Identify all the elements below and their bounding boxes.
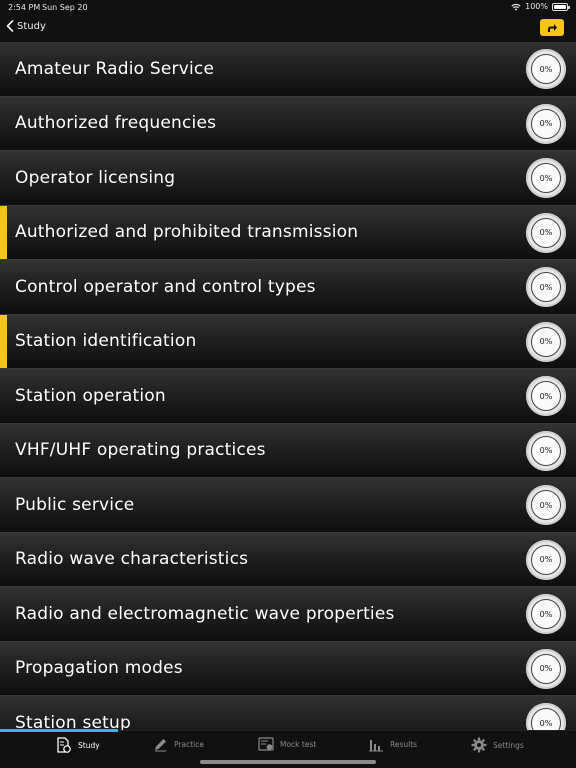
topic-label: Authorized and prohibited transmission	[15, 222, 359, 243]
tab-practice-label: Practice	[174, 740, 204, 749]
progress-circle: 0%	[526, 648, 566, 689]
progress-circle: 0%	[526, 49, 566, 89]
topic-row[interactable]: Radio and electromagnetic wave propertie…	[0, 587, 576, 642]
status-right: 100%	[511, 2, 570, 11]
progress-value: 0%	[531, 217, 561, 248]
share-button[interactable]	[540, 19, 564, 36]
topic-label: Public service	[15, 494, 135, 515]
tab-results-label: Results	[390, 740, 418, 749]
topic-row[interactable]: Public service 0%	[0, 478, 576, 533]
topic-row[interactable]: Station setup 0%	[0, 696, 576, 730]
progress-value: 0%	[531, 544, 561, 575]
chevron-left-icon	[6, 20, 14, 32]
battery-icon	[552, 2, 570, 11]
topic-label: Radio and electromagnetic wave propertie…	[15, 603, 395, 624]
back-label: Study	[17, 20, 46, 32]
progress-circle: 0%	[526, 321, 566, 362]
back-button[interactable]: Study	[6, 20, 46, 32]
battery-percent: 100%	[525, 2, 548, 11]
home-indicator	[200, 760, 376, 764]
topic-row[interactable]: Authorized frequencies 0%	[0, 96, 576, 151]
topic-row[interactable]: Radio wave characteristics 0%	[0, 532, 576, 587]
progress-circle: 0%	[526, 594, 566, 634]
topic-label: Radio wave characteristics	[15, 549, 249, 570]
bookmark-marker	[0, 205, 7, 259]
progress-circle: 0%	[526, 212, 566, 253]
progress-circle: 0%	[526, 103, 566, 144]
progress-value: 0%	[531, 163, 561, 193]
progress-value: 0%	[531, 599, 561, 629]
tab-study-label: Study	[78, 741, 100, 750]
topic-label: Authorized frequencies	[15, 113, 217, 134]
tab-settings-label: Settings	[493, 740, 524, 750]
progress-circle: 0%	[526, 703, 566, 730]
topic-row[interactable]: Control operator and control types 0%	[0, 260, 576, 315]
progress-value: 0%	[531, 326, 561, 357]
topic-row[interactable]: Propagation modes 0%	[0, 641, 576, 696]
pencil-icon	[155, 739, 166, 752]
tab-settings[interactable]: Settings	[471, 737, 524, 753]
status-date: Sun Sep 20	[42, 3, 88, 12]
nav-bar: Study	[0, 14, 576, 42]
topic-list[interactable]: Amateur Radio Service 0% Authorized freque…	[0, 42, 576, 730]
topic-label: Propagation modes	[15, 658, 183, 679]
topic-label: Station operation	[15, 385, 166, 406]
topic-label: VHF/UHF operating practices	[15, 440, 266, 461]
progress-value: 0%	[531, 272, 561, 302]
bar-chart-icon	[369, 740, 383, 752]
progress-value: 0%	[531, 435, 561, 466]
topic-label: Control operator and control types	[15, 276, 316, 297]
tab-practice[interactable]: Practice	[153, 737, 204, 752]
topic-row[interactable]: VHF/UHF operating practices 0%	[0, 423, 576, 478]
bookmark-marker	[0, 314, 7, 368]
gear-icon	[471, 737, 487, 753]
progress-value: 0%	[531, 108, 561, 139]
progress-circle: 0%	[526, 158, 566, 198]
topic-row[interactable]: Amateur Radio Service 0%	[0, 42, 576, 97]
topic-row[interactable]: Station operation 0%	[0, 369, 576, 424]
share-arrow-icon	[548, 23, 557, 32]
progress-value: 0%	[531, 490, 561, 520]
progress-value: 0%	[531, 54, 561, 84]
topic-row[interactable]: Authorized and prohibited transmission 0%	[0, 205, 576, 260]
tab-results[interactable]: Results	[368, 737, 417, 752]
progress-circle: 0%	[526, 485, 566, 525]
status-time: 2:54 PM	[8, 3, 41, 12]
progress-circle: 0%	[526, 430, 566, 471]
progress-circle: 0%	[526, 376, 566, 416]
progress-value: 0%	[531, 381, 561, 411]
topic-row[interactable]: Station identification 0%	[0, 314, 576, 369]
progress-value: 0%	[531, 708, 561, 730]
wifi-icon	[511, 3, 521, 10]
status-bar: 2:54 PM Sun Sep 20 100%	[0, 0, 576, 14]
mock-test-icon	[258, 737, 274, 751]
topic-label: Station setup	[15, 712, 131, 730]
tab-active-indicator	[0, 729, 118, 732]
tab-mock-test[interactable]: Mock test	[258, 737, 316, 752]
topic-label: Station identification	[15, 331, 197, 352]
progress-circle: 0%	[526, 267, 566, 307]
progress-circle: 0%	[526, 539, 566, 580]
tab-study[interactable]: Study	[56, 737, 100, 754]
tab-mock-test-label: Mock test	[280, 740, 317, 749]
topic-label: Operator licensing	[15, 167, 176, 188]
progress-value: 0%	[531, 653, 561, 684]
topic-label: Amateur Radio Service	[15, 58, 215, 79]
study-doc-icon	[57, 737, 71, 753]
topic-row[interactable]: Operator licensing 0%	[0, 151, 576, 206]
